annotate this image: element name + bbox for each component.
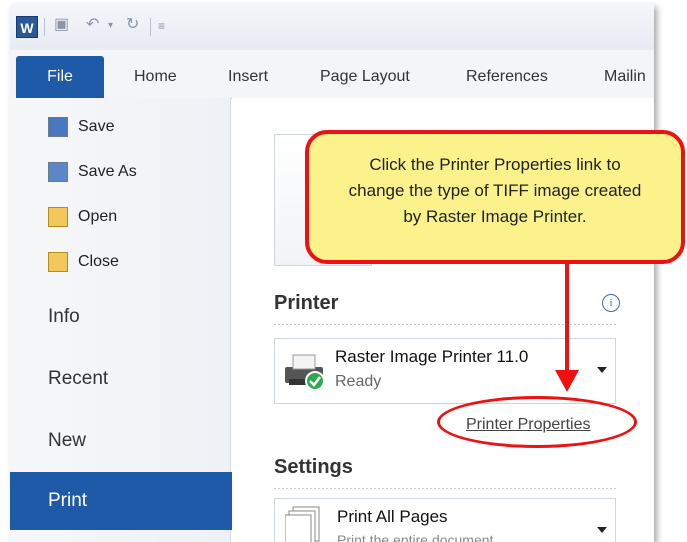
settings-option: Print All Pages xyxy=(337,507,448,526)
qat-separator-2 xyxy=(150,18,151,36)
callout-line-1: Click the Printer Properties link to xyxy=(369,155,621,174)
backstage-save-as[interactable]: Save As xyxy=(48,157,137,187)
callout-line-2: change the type of TIFF image created xyxy=(348,181,642,200)
tab-file[interactable]: File xyxy=(16,56,104,98)
redo-icon[interactable]: ↻ xyxy=(126,14,139,34)
backstage-save-as-label: Save As xyxy=(78,163,137,180)
callout-text: Click the Printer Properties link to cha… xyxy=(323,152,667,230)
undo-icon[interactable]: ↶ xyxy=(86,14,99,34)
backstage-recent[interactable]: Recent xyxy=(48,364,108,394)
printer-icon xyxy=(285,354,325,391)
printer-status: Ready xyxy=(335,373,382,390)
backstage-print[interactable]: Print xyxy=(10,472,244,530)
callout-line-3: by Raster Image Printer. xyxy=(403,207,587,226)
close-folder-icon xyxy=(48,251,68,272)
word-app-icon[interactable]: W xyxy=(16,16,38,38)
word-window: W ▣ ↶ ▾ ↻ ≡ File Home Insert Page Layout… xyxy=(10,4,654,542)
tab-page-layout[interactable]: Page Layout xyxy=(320,56,410,98)
highlight-ellipse xyxy=(437,396,637,448)
tab-references[interactable]: References xyxy=(466,56,548,98)
pages-icon xyxy=(285,506,320,542)
callout: Click the Printer Properties link to cha… xyxy=(305,130,685,264)
callout-arrow xyxy=(565,264,569,374)
printer-section-title: Printer xyxy=(274,292,339,314)
backstage-nav: Save Save As Open Close Info Recent New … xyxy=(10,98,244,542)
undo-dropdown-icon[interactable]: ▾ xyxy=(108,20,113,31)
backstage-close[interactable]: Close xyxy=(48,247,119,277)
save-icon[interactable]: ▣ xyxy=(54,14,69,34)
backstage-open-label: Open xyxy=(78,208,118,225)
qat-separator xyxy=(44,18,45,36)
backstage-save[interactable]: Save xyxy=(48,112,114,142)
quick-access-toolbar: W ▣ ↶ ▾ ↻ ≡ xyxy=(10,4,654,50)
tab-mailings[interactable]: Mailin xyxy=(604,56,646,98)
divider-2 xyxy=(274,488,618,489)
chevron-down-icon xyxy=(597,367,607,373)
open-folder-icon xyxy=(48,206,68,227)
backstage-info[interactable]: Info xyxy=(48,302,80,332)
arrow-head-icon xyxy=(555,370,579,392)
backstage-print-label: Print xyxy=(48,490,88,511)
settings-section-title: Settings xyxy=(274,456,353,478)
backstage-open[interactable]: Open xyxy=(48,202,117,232)
settings-option-sub: Print the entire document xyxy=(337,532,494,542)
backstage-new[interactable]: New xyxy=(48,426,86,456)
backstage-close-label: Close xyxy=(78,253,119,270)
customize-qat-icon[interactable]: ≡ xyxy=(158,19,165,33)
tab-home[interactable]: Home xyxy=(134,56,177,98)
chevron-down-icon xyxy=(597,527,607,533)
printer-name: Raster Image Printer 11.0 xyxy=(335,347,529,366)
save-icon xyxy=(48,116,68,137)
save-as-icon xyxy=(48,161,68,182)
tab-insert[interactable]: Insert xyxy=(228,56,268,98)
print-range-dropdown[interactable]: Print All Pages Print the entire documen… xyxy=(274,498,616,542)
backstage-save-label: Save xyxy=(78,118,115,135)
info-icon[interactable]: i xyxy=(602,294,620,312)
ribbon-tabs: File Home Insert Page Layout References … xyxy=(10,50,654,99)
